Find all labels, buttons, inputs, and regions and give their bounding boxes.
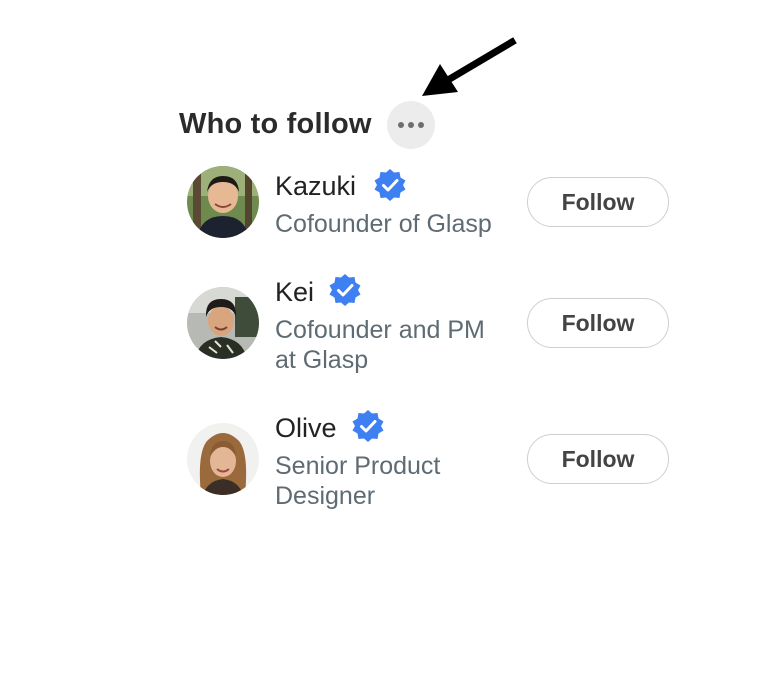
follow-button-olive[interactable]: Follow xyxy=(527,434,669,484)
user-name-olive[interactable]: Olive xyxy=(275,411,337,445)
panel-title: Who to follow xyxy=(179,108,372,140)
user-bio-kazuki: Cofounder of Glasp xyxy=(275,210,492,238)
who-to-follow-screen: Who to follow Kazuki Cofounder of Glasp … xyxy=(0,0,758,695)
more-options-button[interactable] xyxy=(387,101,435,149)
verified-badge-icon xyxy=(374,169,406,201)
user-bio-olive: Senior Product Designer xyxy=(275,452,441,510)
follow-button-kei[interactable]: Follow xyxy=(527,298,669,348)
verified-badge-icon xyxy=(329,274,361,306)
avatar-kazuki[interactable] xyxy=(187,166,259,238)
user-name-kazuki[interactable]: Kazuki xyxy=(275,169,356,203)
follow-button-kazuki[interactable]: Follow xyxy=(527,177,669,227)
user-bio-kei: Cofounder and PM at Glasp xyxy=(275,316,485,374)
user-name-kei[interactable]: Kei xyxy=(275,275,314,309)
more-horizontal-icon xyxy=(398,122,404,128)
verified-badge-icon xyxy=(352,410,384,442)
annotation-arrow-icon xyxy=(422,37,517,96)
avatar-kei[interactable] xyxy=(187,287,259,359)
avatar-olive[interactable] xyxy=(187,423,259,495)
